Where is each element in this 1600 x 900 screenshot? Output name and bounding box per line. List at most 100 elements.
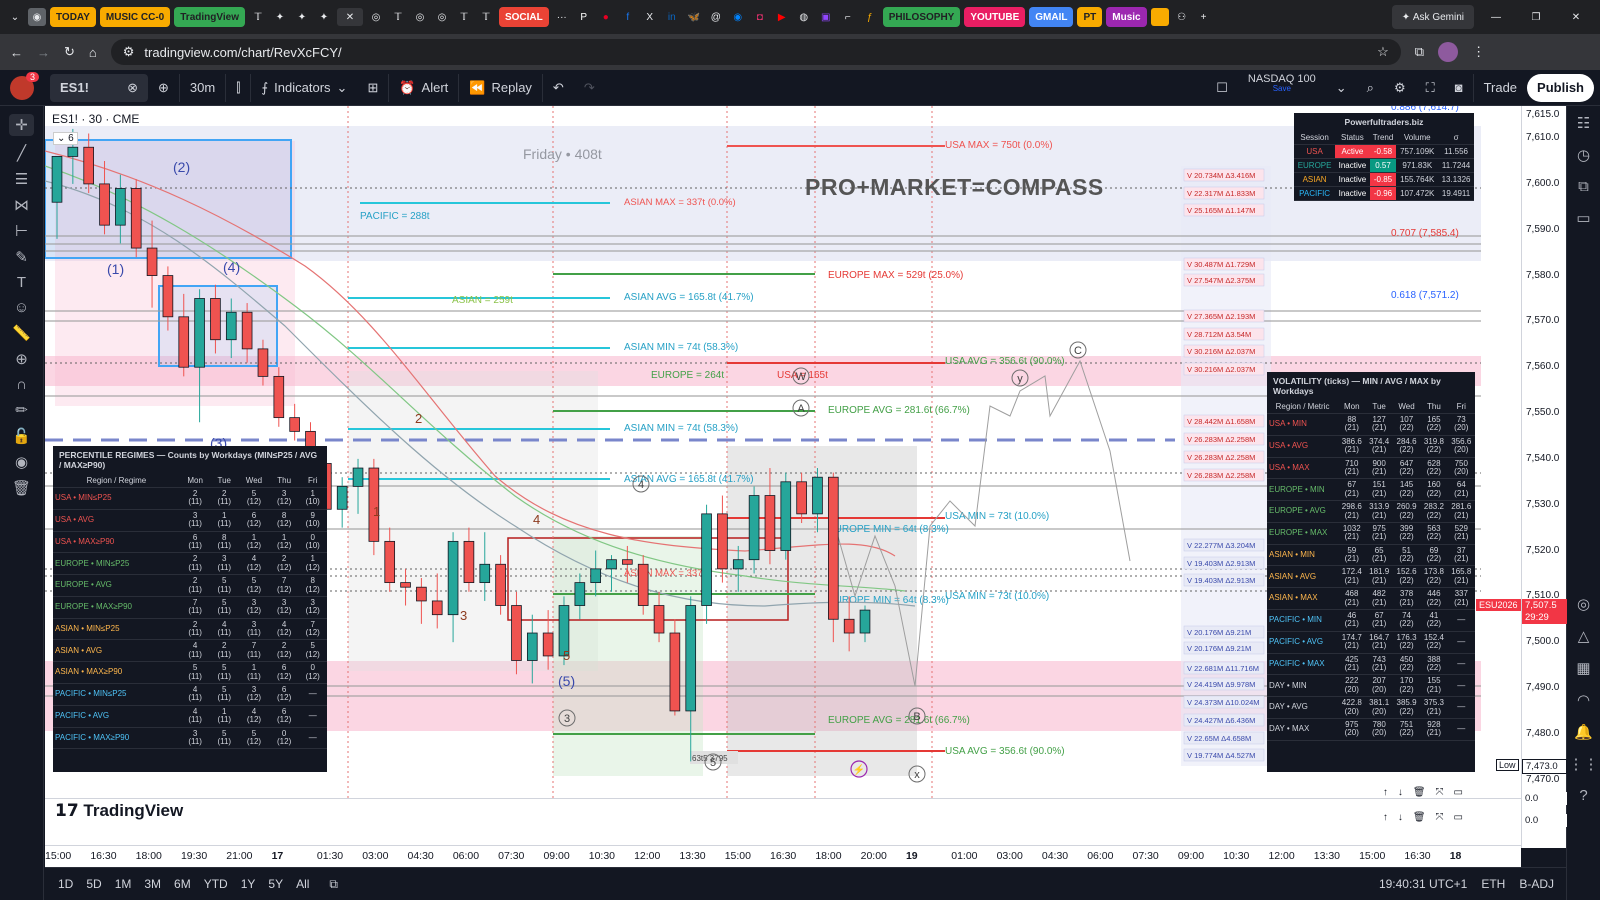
- youtube-icon[interactable]: ▶: [773, 8, 791, 26]
- replay-button[interactable]: ⏪ Replay: [458, 73, 542, 102]
- ask-gemini-button[interactable]: ✦ Ask Gemini: [1391, 5, 1474, 29]
- ruler-icon[interactable]: 📏: [12, 324, 31, 342]
- legend-symbol-line[interactable]: ES1! · 30 · CME: [52, 112, 139, 126]
- trade-button[interactable]: Trade: [1472, 73, 1527, 102]
- redo-icon[interactable]: ↷: [574, 74, 605, 102]
- twitch-icon[interactable]: ▣: [817, 8, 835, 26]
- tab-group-social[interactable]: SOCIAL: [498, 7, 549, 27]
- extensions-icon[interactable]: ⧉: [1415, 44, 1424, 60]
- trash-icon[interactable]: 🗑: [1413, 787, 1426, 798]
- session-button[interactable]: ETH: [1481, 877, 1505, 891]
- arrow-down-icon[interactable]: ↓: [1398, 787, 1403, 798]
- tab-icon[interactable]: 𝕋: [389, 8, 407, 26]
- x-icon[interactable]: X: [641, 8, 659, 26]
- broadcast-icon[interactable]: ◠: [1577, 691, 1590, 709]
- maximize-icon[interactable]: ▭: [1454, 787, 1463, 798]
- eye-icon[interactable]: ◉: [15, 453, 28, 471]
- tab-group-music[interactable]: Music: [1106, 7, 1147, 27]
- range-button[interactable]: 1M: [115, 877, 132, 891]
- magnet-icon[interactable]: ∩: [16, 376, 27, 393]
- tab-group-pt[interactable]: PT: [1077, 7, 1103, 27]
- keep-drawing-icon[interactable]: ✏: [15, 401, 28, 419]
- new-tab-icon[interactable]: +: [1195, 8, 1213, 26]
- social-icon[interactable]: ···: [553, 8, 571, 26]
- chart-pane[interactable]: USA MAX = 750t (0.0%) ASIAN MAX = 337t (0…: [45, 106, 1521, 798]
- collapse-icon[interactable]: ⤧: [1436, 787, 1444, 798]
- bluesky-icon[interactable]: 🦋: [685, 8, 703, 26]
- apps-grid-icon[interactable]: ⋮⋮: [1569, 755, 1599, 773]
- forward-icon[interactable]: →: [37, 45, 50, 60]
- home-icon[interactable]: ⌂: [89, 45, 97, 60]
- range-button[interactable]: 1Y: [241, 877, 256, 891]
- maximize-icon[interactable]: ▭: [1454, 812, 1463, 823]
- range-button[interactable]: All: [296, 877, 309, 891]
- compare-icon[interactable]: ⊗: [127, 80, 138, 96]
- tab-search-icon[interactable]: ⌄: [6, 8, 24, 26]
- active-tab-close-icon[interactable]: ✕: [336, 8, 363, 26]
- legend-collapse-button[interactable]: ⌄ 6: [53, 132, 78, 145]
- data-window-icon[interactable]: ⧉: [1578, 178, 1589, 195]
- ideas-icon[interactable]: △: [1578, 627, 1590, 645]
- social-icon[interactable]: P: [575, 8, 593, 26]
- back-icon[interactable]: ←: [10, 45, 23, 60]
- more-menu-icon[interactable]: ⋮: [1472, 44, 1485, 60]
- undo-icon[interactable]: ↶: [541, 73, 574, 102]
- indicators-button[interactable]: ⨍ Indicators ⌄: [250, 73, 357, 102]
- trash-icon[interactable]: 🗑: [12, 479, 31, 497]
- tab-group-philosophy[interactable]: PHILOSOPHY: [882, 7, 961, 27]
- range-button[interactable]: YTD: [204, 877, 228, 891]
- trash-icon[interactable]: 🗑: [1413, 812, 1426, 823]
- tradingview-logo[interactable]: 𝟭𝟳 TradingView: [55, 801, 183, 821]
- symbol-search[interactable]: ES1! ⊗: [50, 73, 148, 102]
- close-window-icon[interactable]: ✕: [1558, 8, 1594, 26]
- brush-icon[interactable]: ✎: [15, 248, 28, 266]
- add-symbol-button[interactable]: ⊕: [148, 74, 179, 102]
- url-field[interactable]: ⚙ tradingview.com/chart/RevXcFCY/ ☆: [110, 39, 1401, 65]
- range-button[interactable]: 3M: [144, 877, 161, 891]
- tab-group-music-cc0[interactable]: MUSIC CC-0: [99, 7, 171, 27]
- threads-icon[interactable]: @: [707, 8, 725, 26]
- tab-icon[interactable]: 𝕋: [477, 8, 495, 26]
- price-axis[interactable]: 7,615.0 7,610.0 7,600.0 7,590.0 7,580.0 7,570…: [1476, 106, 1567, 848]
- tab-icon[interactable]: 𝕋: [455, 8, 473, 26]
- chat-icon[interactable]: ▭: [1576, 209, 1590, 227]
- profile-avatar[interactable]: [1438, 42, 1459, 62]
- globe-icon[interactable]: ◍: [795, 8, 813, 26]
- alerts-clock-icon[interactable]: ◷: [1577, 146, 1590, 164]
- layout-checkbox-icon[interactable]: ☐: [1206, 74, 1238, 102]
- publish-button[interactable]: Publish: [1527, 73, 1594, 102]
- tv-tab-icon[interactable]: ✦: [315, 8, 333, 26]
- bookmark-star-icon[interactable]: ☆: [1377, 44, 1389, 60]
- linkedin-icon[interactable]: in: [663, 8, 681, 26]
- crosshair-icon[interactable]: ✛: [9, 114, 34, 136]
- calendar-icon[interactable]: ▦: [1576, 659, 1590, 677]
- pattern-tool-icon[interactable]: ⋈: [14, 196, 29, 214]
- fib-retracement-icon[interactable]: ☰: [15, 170, 28, 188]
- messenger-icon[interactable]: ◉: [729, 8, 747, 26]
- tv-tab-icon[interactable]: ✦: [271, 8, 289, 26]
- interval-button[interactable]: 30m: [178, 73, 225, 102]
- reload-icon[interactable]: ↻: [64, 44, 75, 60]
- tab-icon[interactable]: ◎: [411, 8, 429, 26]
- bell-icon[interactable]: 🔔: [1574, 723, 1593, 741]
- settings-gear-icon[interactable]: ⚙: [1384, 74, 1416, 102]
- user-avatar[interactable]: 3: [0, 71, 44, 102]
- help-icon[interactable]: ?: [1579, 787, 1587, 804]
- chart-type-icon[interactable]: ⫿: [225, 73, 250, 102]
- emoji-icon[interactable]: ☺: [14, 299, 29, 316]
- minimize-icon[interactable]: —: [1478, 8, 1514, 26]
- restore-icon[interactable]: ❐: [1518, 8, 1554, 26]
- tab-group-gmail[interactable]: GMAIL: [1029, 7, 1074, 27]
- clock-label[interactable]: 19:40:31 UTC+1: [1379, 877, 1467, 891]
- trend-line-icon[interactable]: ╱: [17, 144, 26, 162]
- arrow-down-icon[interactable]: ↓: [1398, 812, 1403, 823]
- tab-icon[interactable]: ◎: [433, 8, 451, 26]
- tab-icon[interactable]: ◎: [367, 8, 385, 26]
- range-button[interactable]: 5D: [86, 877, 101, 891]
- tab-group-today[interactable]: TODAY: [50, 7, 96, 27]
- position-tool-icon[interactable]: ⊢: [15, 222, 28, 240]
- pinned-tab-icon[interactable]: ◉: [28, 8, 46, 26]
- go-to-date-icon[interactable]: ⧉: [329, 877, 338, 892]
- chevron-down-icon[interactable]: ⌄: [337, 80, 348, 96]
- adjustment-button[interactable]: B-ADJ: [1519, 877, 1554, 891]
